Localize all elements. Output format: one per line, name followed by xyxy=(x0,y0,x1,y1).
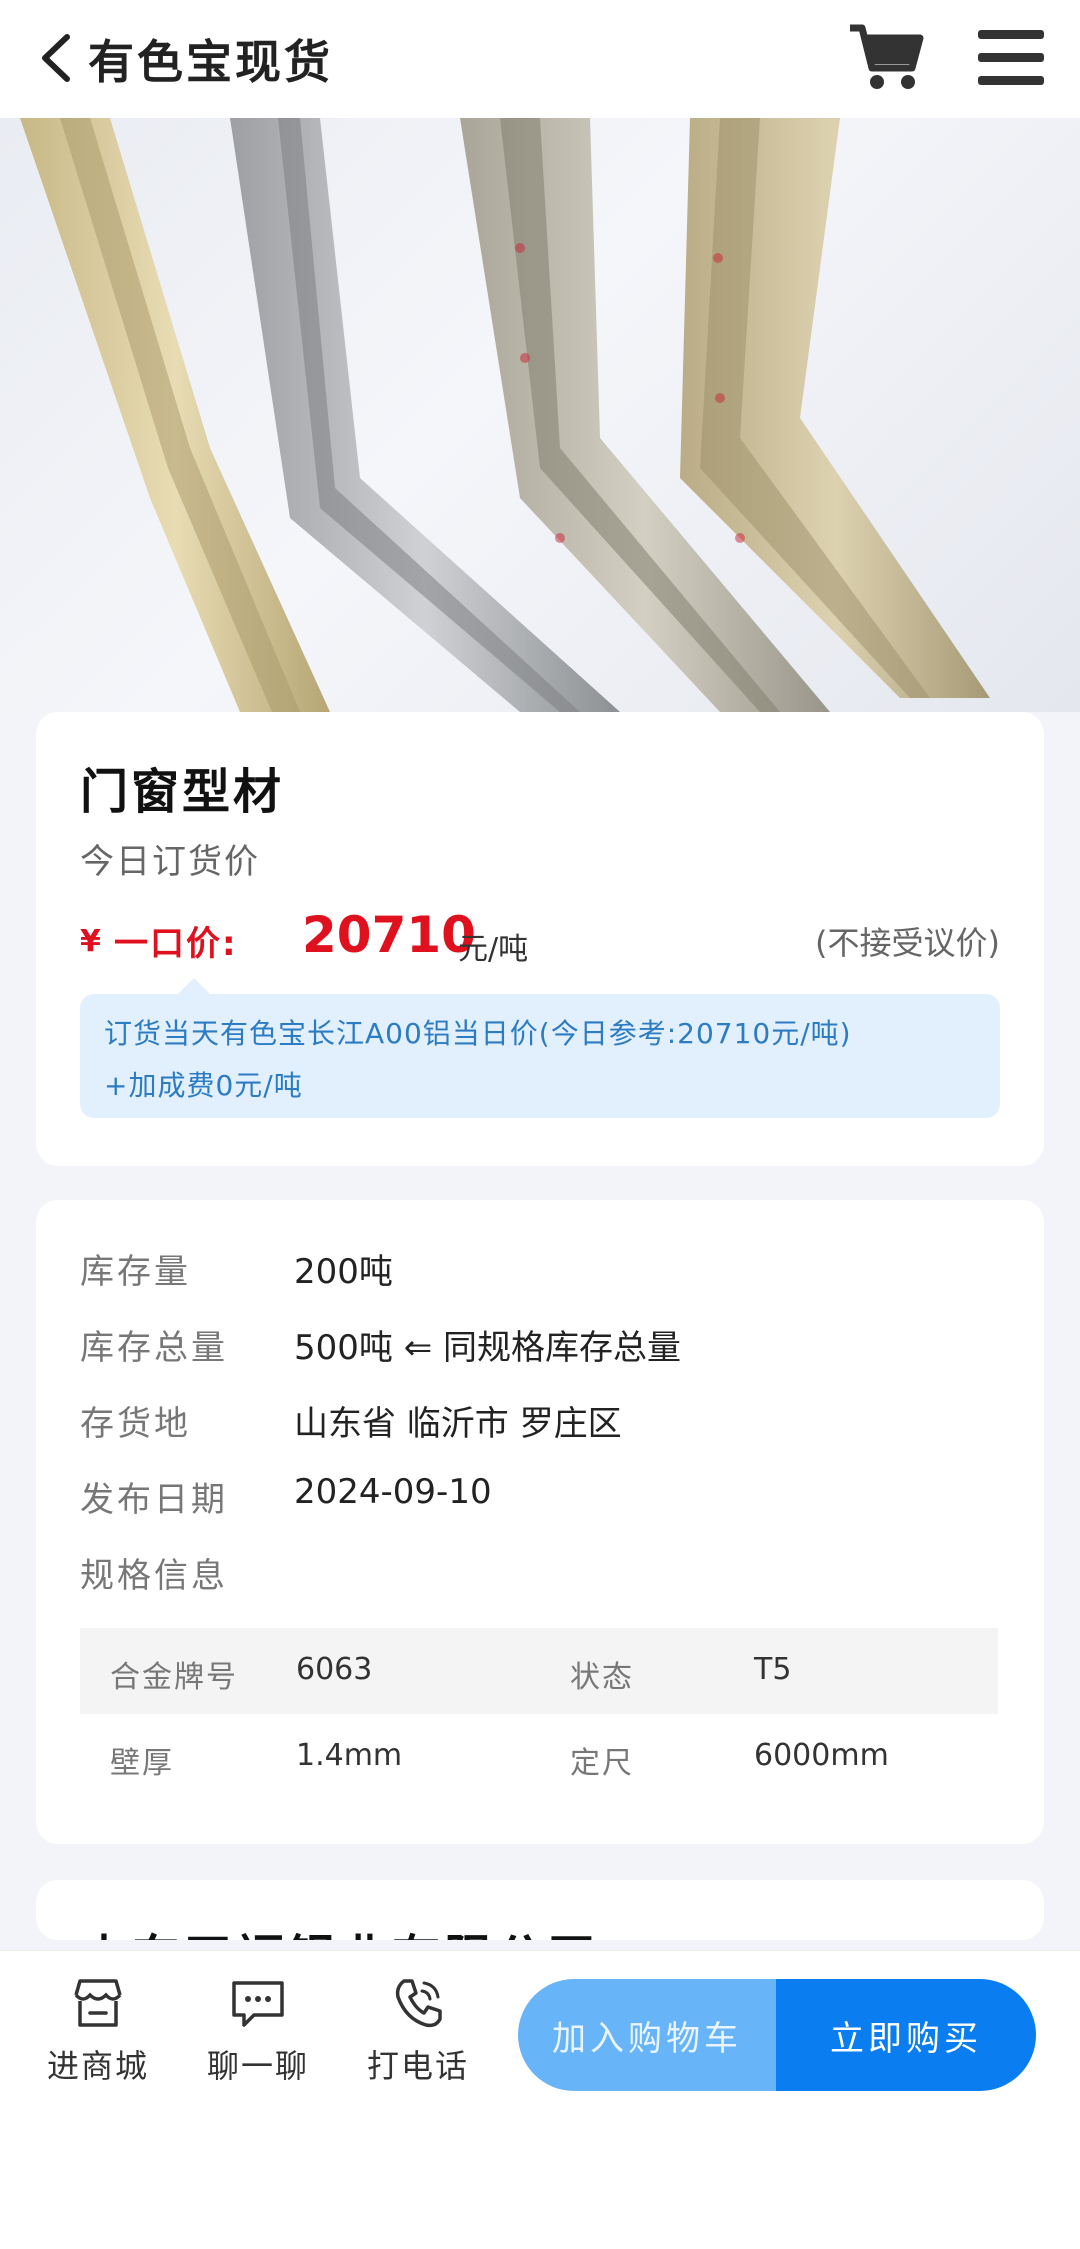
company-name: 山东天福铝业有限公司 xyxy=(80,1918,600,1940)
back-button[interactable] xyxy=(30,30,80,86)
price-value: 20710 xyxy=(302,906,476,964)
price-unit: 元/吨 xyxy=(458,932,529,967)
shopping-cart-icon xyxy=(850,24,924,89)
temper-value: T5 xyxy=(754,1652,792,1687)
total-stock-label: 库存总量 xyxy=(80,1328,228,1368)
product-image xyxy=(0,118,1080,712)
price-caption: 今日订货价 xyxy=(80,842,260,882)
temper-label: 状态 xyxy=(570,1660,634,1695)
publish-date-value: 2024-09-10 xyxy=(294,1472,492,1512)
fixed-length-value: 6000mm xyxy=(754,1738,889,1773)
bottom-blank-area xyxy=(0,2122,1080,2249)
shop-label: 进商城 xyxy=(46,2047,149,2085)
stock-label: 库存量 xyxy=(80,1252,191,1292)
chat-label: 聊一聊 xyxy=(206,2047,309,2085)
alloy-grade-label: 合金牌号 xyxy=(110,1660,238,1695)
currency-symbol: ¥ xyxy=(80,924,101,959)
price-formula-note: 订货当天有色宝长江A00铝当日价(今日参考:20710元/吨) +加成费0元/吨 xyxy=(80,978,1000,1118)
table-row: 壁厚 1.4mm 定尺 6000mm xyxy=(80,1714,998,1800)
price-label: 一口价: xyxy=(114,924,238,964)
chevron-left-icon xyxy=(42,34,70,82)
detail-card: 库存量 200吨 库存总量 500吨 ⇐ 同规格库存总量 存货地 山东省 临沂市… xyxy=(36,1200,1044,1844)
formula-line-2: +加成费0元/吨 xyxy=(104,1069,303,1102)
location-label: 存货地 xyxy=(80,1404,191,1444)
chat-button[interactable]: 聊一聊 xyxy=(188,1975,328,2095)
bottom-action-bar: 进商城 聊一聊 打电话 加入购物车 立即购买 xyxy=(0,1950,1080,2123)
cart-button[interactable] xyxy=(846,22,926,94)
price-card: 门窗型材 今日订货价 ¥ 一口价: 20710 元/吨 (不接受议价) 订货当天… xyxy=(36,712,1044,1166)
stock-value: 200吨 xyxy=(294,1252,393,1292)
total-stock-value: 500吨 ⇐ 同规格库存总量 xyxy=(294,1328,681,1368)
spec-table: 合金牌号 6063 状态 T5 壁厚 1.4mm 定尺 6000mm xyxy=(80,1628,998,1800)
location-value: 山东省 临沂市 罗庄区 xyxy=(294,1404,622,1444)
fixed-length-label: 定尺 xyxy=(570,1746,634,1781)
wall-thickness-value: 1.4mm xyxy=(296,1738,403,1773)
call-label: 打电话 xyxy=(366,2047,469,2085)
wall-thickness-label: 壁厚 xyxy=(110,1746,174,1781)
phone-icon xyxy=(395,1979,442,2028)
buy-now-button[interactable]: 立即购买 xyxy=(776,1979,1036,2091)
table-row: 合金牌号 6063 状态 T5 xyxy=(80,1628,998,1714)
note-pointer xyxy=(176,978,212,996)
call-button[interactable]: 打电话 xyxy=(348,1975,488,2095)
alloy-grade-value: 6063 xyxy=(296,1652,373,1687)
top-nav-bar: 有色宝现货 xyxy=(0,0,1080,118)
publish-date-label: 发布日期 xyxy=(80,1480,228,1520)
bargain-note: (不接受议价) xyxy=(815,924,1000,962)
hamburger-menu-icon xyxy=(978,30,1044,85)
store-icon xyxy=(74,1979,122,2027)
product-name: 门窗型材 xyxy=(80,764,285,820)
price-row: ¥ 一口价: 20710 元/吨 (不接受议价) xyxy=(80,906,1000,967)
company-card[interactable]: 山东天福铝业有限公司 xyxy=(36,1880,1044,1940)
add-to-cart-button[interactable]: 加入购物车 xyxy=(518,1979,776,2091)
chat-icon xyxy=(232,1981,284,2027)
shop-button[interactable]: 进商城 xyxy=(28,1975,168,2095)
formula-line-1: 订货当天有色宝长江A00铝当日价(今日参考:20710元/吨) xyxy=(104,1017,852,1050)
spec-info-label: 规格信息 xyxy=(80,1556,228,1596)
menu-button[interactable] xyxy=(976,26,1046,90)
page-title: 有色宝现货 xyxy=(88,35,333,89)
